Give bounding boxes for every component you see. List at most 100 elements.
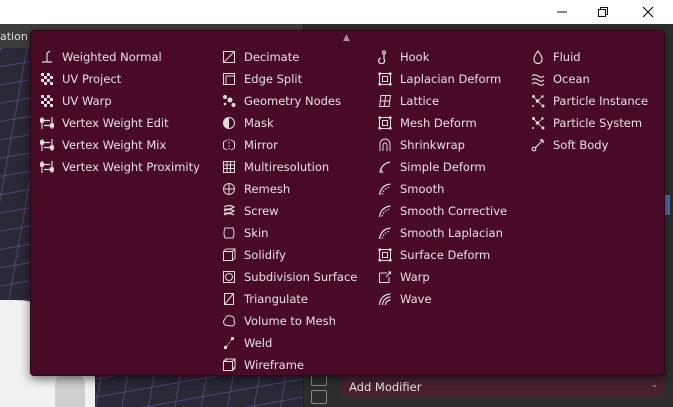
minimize-button[interactable]	[539, 0, 585, 24]
square-dots-icon	[378, 116, 392, 130]
menu-item-uv-project[interactable]: UV Project	[40, 68, 200, 90]
menu-item-screw[interactable]: Screw	[222, 200, 357, 222]
menu-item-volume-to-mesh[interactable]: Volume to Mesh	[222, 310, 357, 332]
decimate-icon	[222, 50, 236, 64]
menu-item-fluid[interactable]: Fluid	[531, 46, 648, 68]
fluid-icon	[531, 50, 545, 64]
smooth-icon	[378, 204, 392, 218]
menu-item-laplacian-deform[interactable]: Laplacian Deform	[378, 68, 507, 90]
menu-item-label: Vertex Weight Mix	[62, 138, 167, 152]
mask-icon	[222, 116, 236, 130]
menu-item-mask[interactable]: Mask	[222, 112, 357, 134]
menu-item-wave[interactable]: Wave	[378, 288, 507, 310]
menu-item-simple-deform[interactable]: Simple Deform	[378, 156, 507, 178]
edge-split-icon	[222, 72, 236, 86]
add-modifier-button[interactable]: Add Modifier ⌄	[342, 377, 664, 397]
menu-item-label: Ocean	[553, 72, 590, 86]
menu-item-vertex-weight-mix[interactable]: Vertex Weight Mix	[40, 134, 200, 156]
menu-item-label: Particle Instance	[553, 94, 649, 108]
weighted-normal-icon	[40, 50, 54, 64]
menu-item-ocean[interactable]: Ocean	[531, 68, 648, 90]
menu-item-smooth-laplacian[interactable]: Smooth Laplacian	[378, 222, 507, 244]
menu-item-multiresolution[interactable]: Multiresolution	[222, 156, 357, 178]
menu-item-label: Laplacian Deform	[400, 72, 502, 86]
menu-item-label: Vertex Weight Proximity	[62, 160, 200, 174]
menu-item-label: Warp	[400, 270, 430, 284]
menu-item-decimate[interactable]: Decimate	[222, 46, 357, 68]
menu-item-particle-system[interactable]: Particle System	[531, 112, 648, 134]
geometry-nodes-icon	[222, 94, 236, 108]
menu-item-label: Lattice	[400, 94, 440, 108]
menu-item-label: Surface Deform	[400, 248, 491, 262]
menu-item-label: Wireframe	[244, 358, 304, 372]
menu-item-label: UV Project	[62, 72, 122, 86]
menu-item-label: Volume to Mesh	[244, 314, 336, 328]
menu-item-mirror[interactable]: Mirror	[222, 134, 357, 156]
workspace-tab[interactable]: ation	[0, 30, 28, 43]
close-button[interactable]	[625, 0, 671, 24]
menu-item-label: Edge Split	[244, 72, 303, 86]
add-modifier-label: Add Modifier	[349, 380, 422, 394]
wireframe-icon	[222, 358, 236, 372]
simple-deform-icon	[378, 160, 392, 174]
square-dots-icon	[378, 72, 392, 86]
square-dots-icon	[378, 248, 392, 262]
menu-item-label: UV Warp	[62, 94, 112, 108]
restore-icon	[598, 7, 608, 17]
menu-column-deform: Hook Laplacian Deform Lattice Mesh Deform Sh…	[378, 46, 507, 310]
menu-item-edge-split[interactable]: Edge Split	[222, 68, 357, 90]
menu-item-soft-body[interactable]: Soft Body	[531, 134, 648, 156]
menu-item-label: Fluid	[553, 50, 581, 64]
menu-item-lattice[interactable]: Lattice	[378, 90, 507, 112]
multires-icon	[222, 160, 236, 174]
smooth-icon	[378, 182, 392, 196]
menu-item-warp[interactable]: Warp	[378, 266, 507, 288]
menu-item-surface-deform[interactable]: Surface Deform	[378, 244, 507, 266]
menu-item-weighted-normal[interactable]: Weighted Normal	[40, 46, 200, 68]
menu-item-smooth-corrective[interactable]: Smooth Corrective	[378, 200, 507, 222]
menu-item-skin[interactable]: Skin	[222, 222, 357, 244]
checker-icon	[40, 94, 54, 108]
menu-item-shrinkwrap[interactable]: Shrinkwrap	[378, 134, 507, 156]
menu-item-weld[interactable]: Weld	[222, 332, 357, 354]
menu-item-triangulate[interactable]: Triangulate	[222, 288, 357, 310]
properties-tab-icon[interactable]	[311, 390, 327, 404]
window-title-bar	[0, 0, 673, 24]
maximize-button[interactable]	[580, 0, 626, 24]
menu-item-smooth[interactable]: Smooth	[378, 178, 507, 200]
menu-item-uv-warp[interactable]: UV Warp	[40, 90, 200, 112]
menu-item-label: Wave	[400, 292, 432, 306]
menu-item-label: Screw	[244, 204, 279, 218]
menu-item-solidify[interactable]: Solidify	[222, 244, 357, 266]
menu-item-particle-instance[interactable]: Particle Instance	[531, 90, 648, 112]
smooth-icon	[378, 226, 392, 240]
ocean-icon	[531, 72, 545, 86]
menu-item-label: Mask	[244, 116, 274, 130]
menu-item-label: Smooth Corrective	[400, 204, 508, 218]
menu-item-label: Solidify	[244, 248, 286, 262]
particles-icon	[531, 94, 545, 108]
menu-item-mesh-deform[interactable]: Mesh Deform	[378, 112, 507, 134]
menu-item-label: Simple Deform	[400, 160, 486, 174]
particles-icon	[531, 116, 545, 130]
menu-column-physics: Fluid Ocean Particle Instance Particle Syst…	[531, 46, 648, 156]
menu-item-hook[interactable]: Hook	[378, 46, 507, 68]
menu-item-vertex-weight-proximity[interactable]: Vertex Weight Proximity	[40, 156, 200, 178]
warp-icon	[378, 270, 392, 284]
menu-item-geometry-nodes[interactable]: Geometry Nodes	[222, 90, 357, 112]
menu-item-label: Triangulate	[244, 292, 309, 306]
menu-item-subdivision-surface[interactable]: Subdivision Surface	[222, 266, 357, 288]
subsurf-icon	[222, 270, 236, 284]
scroll-up-arrow-icon[interactable]: ▲	[343, 33, 350, 43]
volume-icon	[222, 314, 236, 328]
menu-item-label: Weighted Normal	[62, 50, 162, 64]
menu-item-label: Multiresolution	[244, 160, 330, 174]
menu-item-label: Weld	[244, 336, 273, 350]
close-icon	[642, 6, 654, 18]
menu-item-vertex-weight-edit[interactable]: Vertex Weight Edit	[40, 112, 200, 134]
menu-item-wireframe[interactable]: Wireframe	[222, 354, 357, 376]
menu-item-label: Soft Body	[553, 138, 609, 152]
menu-item-remesh[interactable]: Remesh	[222, 178, 357, 200]
menu-item-label: Shrinkwrap	[400, 138, 465, 152]
checker-icon	[40, 72, 54, 86]
